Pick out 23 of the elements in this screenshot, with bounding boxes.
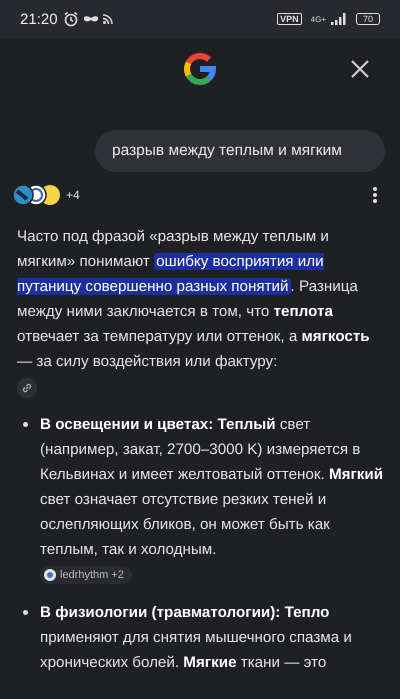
link-button[interactable]	[17, 378, 37, 398]
close-icon[interactable]	[350, 59, 370, 79]
source-avatars-icon[interactable]	[12, 184, 62, 206]
vpn-badge: VPN	[277, 13, 302, 25]
mask-icon	[84, 15, 98, 23]
cast-icon	[102, 14, 113, 24]
status-time: 21:20	[20, 10, 58, 28]
bullet-text: В освещении и цветах: Теплый свет (например, закат, 2700–3000 K) измеряется в Кельвинах и имеет желтоватый оттенок. Мягкий свет означает отсутствие резких теней и ослепляющих бликов, он может быть как теплым, так и холодным.	[40, 415, 384, 560]
bullet-dot	[23, 422, 28, 427]
bullet-dot	[23, 610, 28, 615]
query-bubble: разрыв между теплым и мягким	[95, 130, 385, 172]
answer-paragraph: Часто под фразой «разрыв между теплым и мягким» понимают ошибку восприятия или путаницу совершенно разных понятий. Разница между ними заключается в том, что теплота отвечает за температуру или оттенок, а мягкость — за силу воздействия или фактуру:	[17, 227, 371, 372]
link-icon	[21, 382, 33, 394]
google-logo-icon	[183, 52, 217, 86]
source-chip[interactable]: ledrhythm +2	[40, 566, 132, 584]
battery-indicator: 70	[356, 13, 380, 25]
more-options-icon[interactable]	[372, 186, 378, 204]
bullet-text: В физиологии (травматологии): Тепло применяют для снятия мышечного спазма и хронических болей. Мягкие ткани — это	[40, 603, 353, 673]
source-logo-icon	[44, 569, 56, 581]
signal-icon	[330, 13, 347, 25]
network-type: 4G+	[310, 14, 326, 24]
source-count[interactable]: +4	[66, 188, 80, 202]
alarm-icon	[62, 11, 79, 27]
